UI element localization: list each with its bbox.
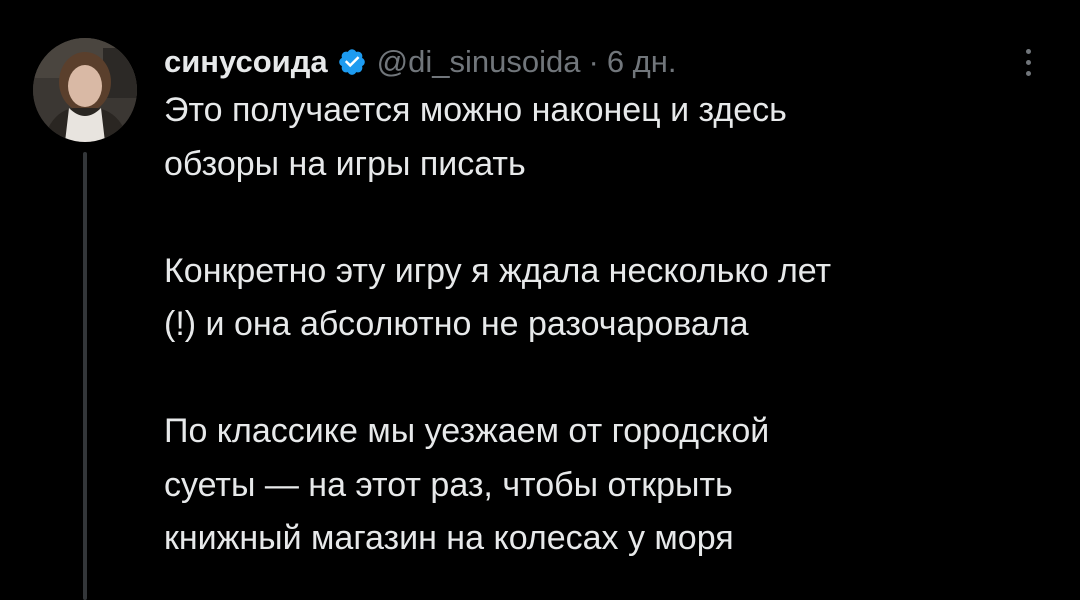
text-line: Конкретно эту игру я ждала несколько лет (164, 251, 832, 290)
text-line: обзоры на игры писать (164, 144, 526, 183)
more-vertical-icon[interactable] (1014, 40, 1042, 84)
text-line: (!) и она абсолютно не разочаровала (164, 305, 749, 343)
tweet-paragraph: По классике мы уезжаем от городской сует… (164, 405, 1044, 566)
separator-dot: · (588, 44, 599, 79)
text-line: Это получается можно наконец и здесь (164, 91, 787, 129)
author-name[interactable]: синусоида (164, 44, 328, 80)
text-line: суеты — на этот раз, чтобы открыть (164, 465, 733, 504)
tweet-paragraph: Конкретно эту игру я ждала несколько лет… (164, 245, 1044, 352)
timestamp[interactable]: 6 дн. (607, 44, 677, 80)
tweet-header: синусоида @di_sinusoida · 6 дн. (164, 40, 677, 84)
tweet[interactable]: синусоида @di_sinusoida · 6 дн. Это полу… (0, 0, 1080, 600)
tweet-paragraph: Это получается можно наконец и здесь обз… (164, 84, 1044, 191)
author-handle[interactable]: @di_sinusoida (377, 44, 581, 80)
verified-badge-icon (337, 47, 367, 77)
thread-line (83, 152, 87, 600)
tweet-text: Это получается можно наконец и здесь обз… (164, 84, 1044, 566)
text-line: По классике мы уезжаем от городской (164, 412, 770, 450)
text-line: книжный магазин на колесах у моря (164, 519, 734, 557)
avatar-image (33, 38, 137, 142)
avatar[interactable] (33, 38, 137, 142)
